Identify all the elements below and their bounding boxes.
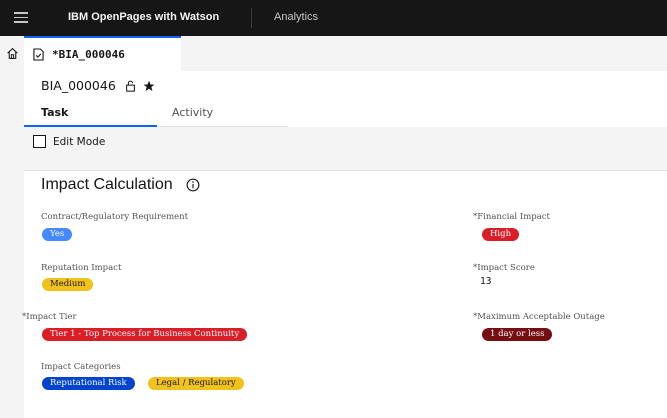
contract-regulatory-tag: Yes [42, 228, 73, 241]
section-title: Impact Calculation [41, 176, 200, 194]
document-tab[interactable]: *BIA_000046 [24, 36, 181, 71]
star-icon[interactable] [143, 80, 155, 92]
info-icon[interactable] [186, 178, 200, 192]
app-brand[interactable]: IBM OpenPages with Watson [68, 11, 219, 23]
reputation-impact-label: Reputation Impact [41, 263, 122, 273]
nav-analytics-link[interactable]: Analytics [274, 11, 318, 23]
category-tag-reputational-risk: Reputational Risk [42, 377, 135, 390]
nav-divider [251, 8, 252, 28]
brand-name: OpenPages with Watson [91, 11, 220, 23]
impact-tier-tag: Tier 1 - Top Process for Business Contin… [42, 328, 248, 341]
document-icon [33, 48, 44, 61]
record-panel: BIA_000046 Task Activity Edit Mode Impac… [22, 71, 667, 418]
record-header: BIA_000046 Task Activity [24, 71, 667, 127]
document-tab-label: *BIA_000046 [52, 48, 125, 61]
edit-mode-checkbox[interactable] [33, 135, 46, 148]
document-tab-strip: *BIA_000046 [0, 36, 667, 71]
brand-ibm: IBM [68, 11, 92, 23]
edit-mode-label: Edit Mode [53, 135, 106, 148]
home-tab[interactable] [0, 36, 24, 71]
financial-impact-label: *Financial Impact [473, 212, 550, 222]
record-title: BIA_000046 [41, 78, 155, 93]
financial-impact-tag: High [482, 228, 520, 241]
top-nav-bar: IBM OpenPages with Watson Analytics [0, 0, 667, 36]
left-gutter [0, 71, 24, 418]
tab-task[interactable]: Task [24, 104, 157, 127]
max-acceptable-outage-tag: 1 day or less [482, 328, 553, 341]
contract-regulatory-label: Contract/Regulatory Requirement [41, 212, 189, 222]
impact-tier-label: *Impact Tier [22, 312, 77, 322]
impact-score-label: *Impact Score [473, 263, 535, 273]
tab-activity[interactable]: Activity [157, 104, 288, 127]
max-acceptable-outage-label: *Maximum Acceptable Outage [473, 312, 605, 322]
section-title-text: Impact Calculation [41, 176, 173, 193]
impact-score-value: 13 [480, 276, 492, 287]
impact-categories-label: Impact Categories [41, 362, 121, 372]
record-title-text: BIA_000046 [41, 78, 116, 93]
section-separator [24, 156, 667, 171]
reputation-impact-tag: Medium [42, 278, 94, 291]
hamburger-menu-icon[interactable] [14, 12, 28, 23]
unlock-icon[interactable] [125, 80, 136, 92]
category-tag-legal-regulatory: Legal / Regulatory [148, 377, 244, 390]
home-icon [6, 47, 18, 59]
edit-mode-toolbar: Edit Mode [24, 127, 667, 156]
